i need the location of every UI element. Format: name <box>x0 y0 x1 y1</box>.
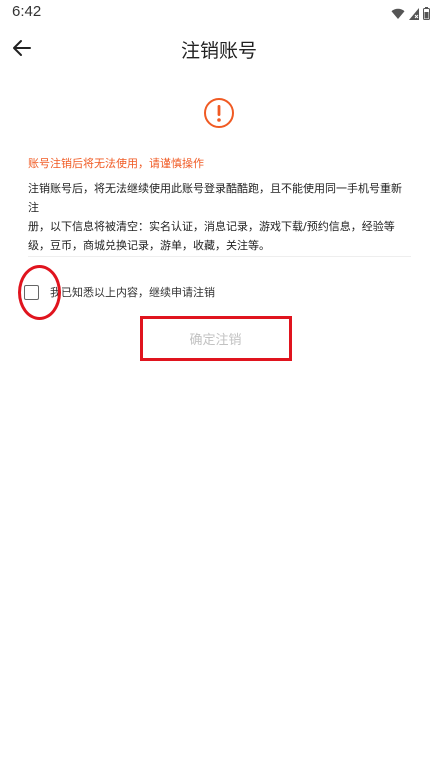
divider <box>28 256 411 257</box>
header: 注销账号 <box>0 26 438 70</box>
status-time: 6:42 <box>12 3 42 20</box>
description-line: 注销账号后，将无法继续使用此账号登录酷酷跑，且不能使用同一手机号重新注 <box>28 182 402 214</box>
agreement-label[interactable]: 我已知悉以上内容，继续申请注销 <box>50 284 215 300</box>
description-text: 注销账号后，将无法继续使用此账号登录酷酷跑，且不能使用同一手机号重新注 册，以下… <box>28 179 412 255</box>
signal-icon <box>409 5 419 24</box>
description-line: 册，以下信息将被清空：实名认证，消息记录，游戏下载/预约信息，经验等 <box>28 220 395 233</box>
battery-icon <box>423 5 430 24</box>
agreement-checkbox[interactable] <box>24 284 39 300</box>
status-icons <box>391 5 430 24</box>
exclamation-circle-icon <box>203 97 235 129</box>
page-title: 注销账号 <box>180 40 257 62</box>
wifi-icon <box>391 5 405 24</box>
warning-text: 账号注销后将无法使用，请谨慎操作 <box>28 157 204 170</box>
description-line: 级，豆币，商城兑换记录，游单，收藏，关注等。 <box>28 239 270 252</box>
confirm-cancel-account-button[interactable]: 确定注销 <box>140 316 291 361</box>
status-bar: 6:42 <box>0 0 438 24</box>
agreement-row[interactable]: 我已知悉以上内容，继续申请注销 <box>24 282 215 302</box>
